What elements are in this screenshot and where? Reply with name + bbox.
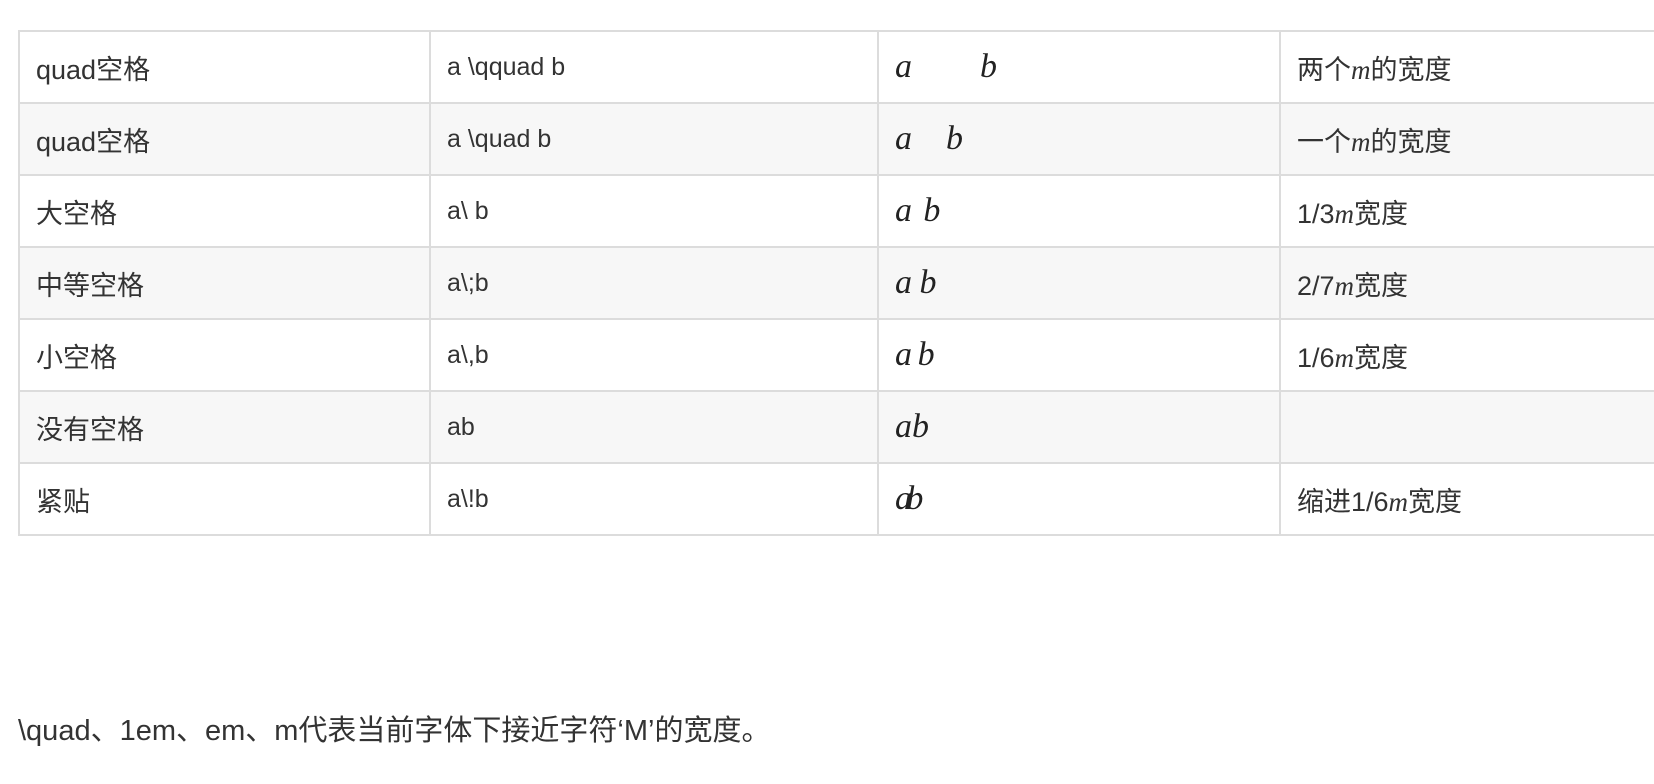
latex-code-cell: a\;b [429, 246, 879, 320]
space-name-cell: 没有空格 [18, 390, 431, 464]
desc-prefix: 1/6 [1297, 342, 1335, 373]
desc-m: m [1334, 342, 1355, 373]
desc-prefix: 2/7 [1297, 270, 1335, 301]
space-name-cell: quad空格 [18, 102, 431, 176]
math-right: b [919, 264, 937, 301]
math-left: a [895, 48, 912, 85]
rendered-math-cell: ab [877, 30, 1281, 104]
desc-suffix: 宽度 [1354, 198, 1409, 229]
math-right: b [917, 336, 935, 373]
width-description-cell: 1/6m宽度 [1279, 318, 1654, 392]
space-name-cell: 紧贴 [18, 462, 431, 536]
desc-suffix: 的宽度 [1370, 54, 1452, 85]
desc-suffix: 的宽度 [1370, 126, 1452, 157]
desc-prefix: 两个 [1297, 54, 1351, 85]
desc-suffix: 宽度 [1408, 486, 1463, 517]
spacing-table-container: quad空格 a \qquad b ab 两个m的宽度 quad空格 a \qu… [18, 30, 1654, 536]
math-left: a [895, 264, 912, 301]
rendered-math: ab [895, 264, 937, 301]
width-description-cell: 2/7m宽度 [1279, 246, 1654, 320]
footnote-text: \quad、1em、em、m代表当前字体下接近字符‘M’的宽度。 [18, 715, 771, 747]
table-row: 没有空格 ab ab [18, 390, 1654, 464]
math-left: a [895, 408, 912, 445]
width-description-cell: 1/3m宽度 [1279, 174, 1654, 248]
space-name-cell: quad空格 [18, 30, 431, 104]
spacing-table: quad空格 a \qquad b ab 两个m的宽度 quad空格 a \qu… [18, 30, 1654, 536]
rendered-math-cell: ab [877, 390, 1281, 464]
table-row: 中等空格 a\;b ab 2/7m宽度 [18, 246, 1654, 320]
table-row: 大空格 a\ b ab 1/3m宽度 [18, 174, 1654, 248]
latex-code-cell: a\!b [429, 462, 879, 536]
desc-m: m [1334, 270, 1355, 301]
math-right: b [980, 48, 997, 85]
space-name-cell: 大空格 [18, 174, 431, 248]
math-right: b [906, 480, 924, 517]
rendered-math: ab [895, 408, 929, 445]
latex-code-cell: a \quad b [429, 102, 879, 176]
space-name-cell: 中等空格 [18, 246, 431, 320]
desc-suffix: 宽度 [1354, 270, 1409, 301]
width-description-cell: 两个m的宽度 [1279, 30, 1654, 104]
math-right: b [946, 120, 963, 157]
latex-code-cell: a\ b [429, 174, 879, 248]
table-row: 小空格 a\,b ab 1/6m宽度 [18, 318, 1654, 392]
table-row: quad空格 a \qquad b ab 两个m的宽度 [18, 30, 1654, 104]
math-left: a [895, 192, 912, 229]
rendered-math-cell: ab [877, 102, 1281, 176]
desc-m: m [1334, 198, 1355, 229]
rendered-math: ab [895, 480, 923, 517]
width-description-cell: 缩进1/6m宽度 [1279, 462, 1654, 536]
rendered-math-cell: ab [877, 246, 1281, 320]
desc-m: m [1388, 486, 1409, 517]
latex-code-cell: a \qquad b [429, 30, 879, 104]
desc-prefix: 一个 [1297, 126, 1351, 157]
rendered-math-cell: ab [877, 462, 1281, 536]
desc-prefix: 缩进1/6 [1297, 486, 1389, 517]
latex-code-cell: ab [429, 390, 879, 464]
desc-suffix: 宽度 [1354, 342, 1409, 373]
rendered-math: ab [895, 120, 963, 157]
table-row: 紧贴 a\!b ab 缩进1/6m宽度 [18, 462, 1654, 536]
rendered-math: ab [895, 192, 940, 229]
desc-m: m [1351, 54, 1371, 85]
latex-code-cell: a\,b [429, 318, 879, 392]
math-left: a [895, 336, 912, 373]
width-description-cell [1279, 390, 1654, 464]
math-right: b [912, 408, 929, 445]
math-right: b [923, 192, 941, 229]
math-left: a [895, 120, 912, 157]
space-name-cell: 小空格 [18, 318, 431, 392]
rendered-math: ab [895, 336, 935, 373]
rendered-math: ab [895, 48, 997, 85]
desc-prefix: 1/3 [1297, 198, 1335, 229]
desc-m: m [1351, 126, 1371, 157]
rendered-math-cell: ab [877, 318, 1281, 392]
rendered-math-cell: ab [877, 174, 1281, 248]
table-row: quad空格 a \quad b ab 一个m的宽度 [18, 102, 1654, 176]
width-description-cell: 一个m的宽度 [1279, 102, 1654, 176]
